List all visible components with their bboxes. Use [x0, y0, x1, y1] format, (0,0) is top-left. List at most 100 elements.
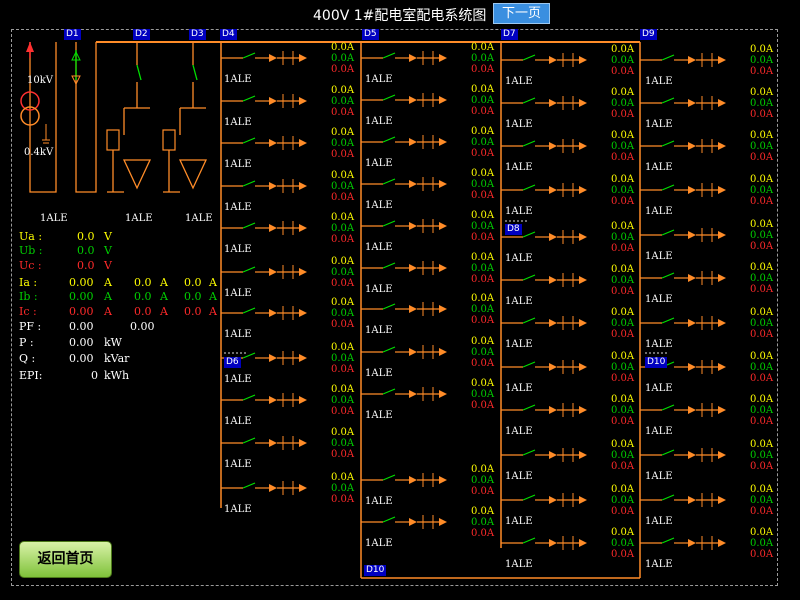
feeder-branch[interactable] — [221, 94, 307, 108]
feeder-part — [688, 496, 696, 504]
feeder-branch[interactable] — [221, 265, 307, 279]
feeder-branch[interactable] — [361, 515, 447, 529]
feeder-part — [439, 138, 447, 146]
feeder-current-b: 0.0A — [750, 362, 774, 373]
feeder-branch[interactable] — [361, 261, 447, 275]
ib-label: Ib : — [19, 290, 38, 303]
panel-tag-d2[interactable]: D2 — [133, 29, 150, 40]
feeder-current-a: 0.0A — [331, 342, 355, 353]
panel-tag-d6[interactable]: D6 — [224, 357, 241, 368]
feeder-current-c: 0.0A — [331, 449, 355, 460]
feeder-branch[interactable] — [361, 51, 447, 65]
feeder-branch[interactable] — [501, 493, 587, 507]
feeder-label: 1ALE — [505, 559, 533, 570]
panel-tag-d9[interactable]: D9 — [640, 29, 657, 40]
feeder-branch[interactable] — [640, 316, 726, 330]
feeder-part — [661, 140, 675, 147]
feeder-branch[interactable] — [361, 93, 447, 107]
feeder-current-b: 0.0A — [750, 141, 774, 152]
feeder-branch[interactable] — [361, 177, 447, 191]
feeder-part — [382, 346, 396, 353]
feeder-branch[interactable] — [501, 183, 587, 197]
feeder-part — [549, 233, 557, 241]
feeder-branch[interactable] — [501, 96, 587, 110]
feeder-part — [718, 319, 726, 327]
feeder-current-b: 0.0A — [471, 95, 495, 106]
feeder-current-b: 0.0A — [750, 185, 774, 196]
feeder-current-c: 0.0A — [331, 192, 355, 203]
panel-tag-d3[interactable]: D3 — [189, 29, 206, 40]
panel-tag-d10-bottom[interactable]: D10 — [364, 565, 387, 576]
feeder-part — [382, 178, 396, 185]
feeder-label: 1ALE — [645, 516, 673, 527]
feeder-branch[interactable] — [640, 139, 726, 153]
feeder-branch[interactable] — [361, 387, 447, 401]
feeder-branch[interactable] — [361, 302, 447, 316]
feeder-current-b: 0.0A — [750, 98, 774, 109]
feeder-current-c: 0.0A — [611, 416, 635, 427]
feeder-part — [549, 451, 557, 459]
feeder-branch[interactable] — [640, 493, 726, 507]
feeder-current-c: 0.0A — [471, 528, 495, 539]
feeder-part — [549, 539, 557, 547]
feeder-current-a: 0.0A — [611, 307, 635, 318]
feeder-current-c: 0.0A — [471, 358, 495, 369]
p-label: P : — [19, 336, 34, 349]
feeder-label: 1ALE — [505, 471, 533, 482]
feeder-current-a: 0.0A — [611, 351, 635, 362]
feeder-part — [269, 484, 277, 492]
feeder-branch[interactable] — [501, 316, 587, 330]
feeder-branch[interactable] — [361, 345, 447, 359]
feeder-label: 1ALE — [505, 339, 533, 350]
panel-tag-d5[interactable]: D5 — [362, 29, 379, 40]
feeder-part — [409, 138, 417, 146]
panel-tag-d8[interactable]: D8 — [505, 224, 522, 235]
feeder-branch[interactable] — [221, 136, 307, 150]
feeder-current-b: 0.0A — [331, 438, 355, 449]
feeder-part — [718, 451, 726, 459]
feeder-branch[interactable] — [221, 221, 307, 235]
feeder-branch[interactable] — [640, 183, 726, 197]
home-button[interactable]: 返回首页 — [19, 541, 112, 578]
feeder-current-c: 0.0A — [750, 373, 774, 384]
feeder-current-a: 0.0A — [331, 85, 355, 96]
cabinet-switch-blade — [192, 64, 198, 81]
feeder-part — [661, 272, 675, 279]
feeder-branch[interactable] — [640, 271, 726, 285]
feeder-branch[interactable] — [640, 536, 726, 550]
feeder-part — [661, 494, 675, 501]
panel-tag-d4[interactable]: D4 — [220, 29, 237, 40]
feeder-branch[interactable] — [221, 179, 307, 193]
feeder-current-a: 0.0A — [611, 174, 635, 185]
feeder-branch[interactable] — [361, 473, 447, 487]
panel-tag-d7[interactable]: D7 — [501, 29, 518, 40]
feeder-branch[interactable] — [640, 403, 726, 417]
panel-tag-d1[interactable]: D1 — [64, 29, 81, 40]
feeder-current-c: 0.0A — [611, 66, 635, 77]
feeder-branch[interactable] — [221, 51, 307, 65]
feeder-branch[interactable] — [501, 360, 587, 374]
feeder-branch[interactable] — [361, 219, 447, 233]
feeder-branch[interactable] — [640, 96, 726, 110]
panel-tag-d10-right[interactable]: D10 — [645, 357, 668, 368]
feeder-branch[interactable] — [361, 135, 447, 149]
feeder-branch[interactable] — [501, 448, 587, 462]
feeder-part — [409, 476, 417, 484]
feeder-branch[interactable] — [221, 436, 307, 450]
feeder-branch[interactable] — [501, 403, 587, 417]
feeder-current-b: 0.0A — [611, 55, 635, 66]
feeder-part — [242, 352, 256, 359]
feeder-branch[interactable] — [501, 53, 587, 67]
feeder-label: 1ALE — [645, 76, 673, 87]
feeder-branch[interactable] — [501, 139, 587, 153]
feeder-branch[interactable] — [221, 393, 307, 407]
feeder-branch[interactable] — [501, 273, 587, 287]
feeder-branch[interactable] — [501, 536, 587, 550]
feeder-branch[interactable] — [640, 448, 726, 462]
feeder-branch[interactable] — [640, 53, 726, 67]
feeder-current-a: 0.0A — [611, 130, 635, 141]
feeder-branch[interactable] — [221, 306, 307, 320]
feeder-branch[interactable] — [221, 481, 307, 495]
feeder-branch[interactable] — [640, 228, 726, 242]
feeder-part — [688, 142, 696, 150]
